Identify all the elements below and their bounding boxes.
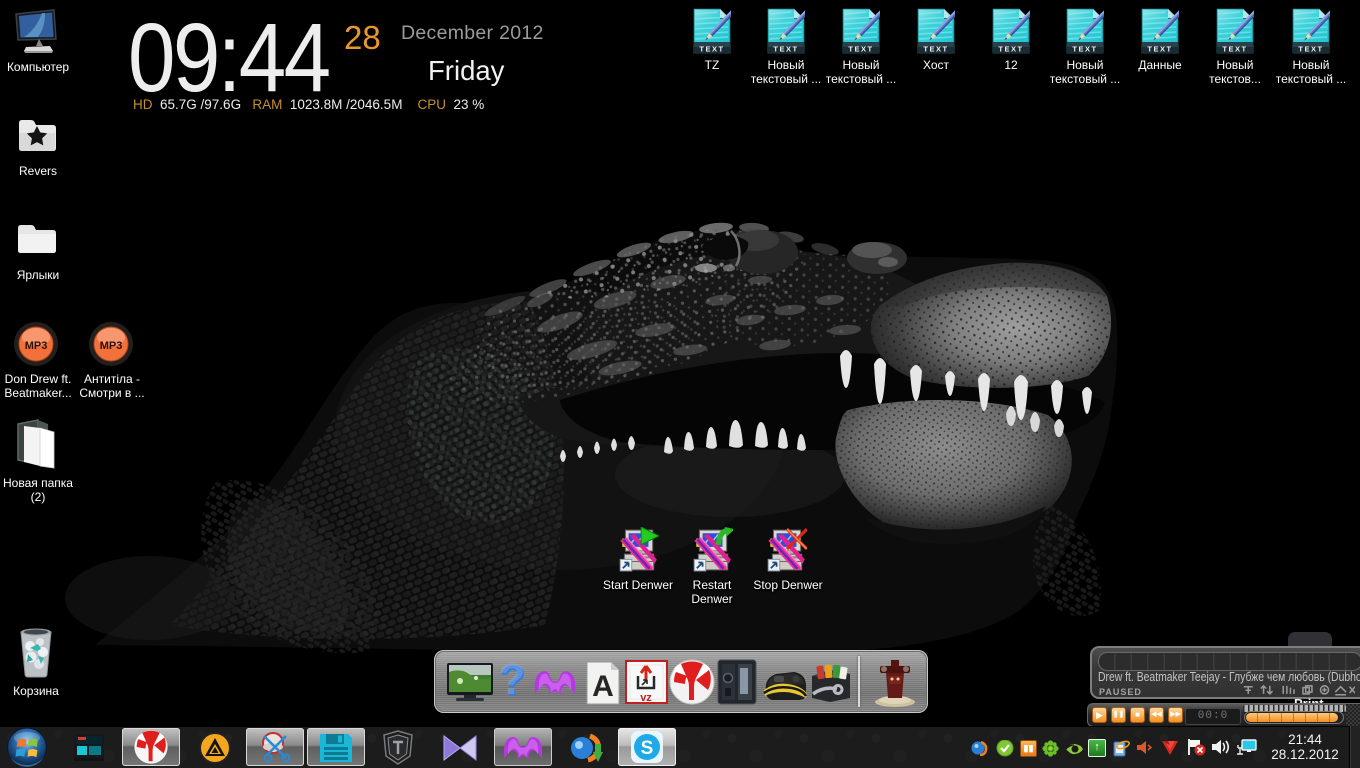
svg-text:A: A (592, 670, 614, 703)
svg-text:MP3: MP3 (100, 340, 123, 352)
svg-text:S: S (641, 738, 654, 759)
svg-text:?: ? (499, 658, 526, 704)
svg-text:vz: vz (640, 692, 652, 704)
svg-text:MP3: MP3 (25, 340, 48, 352)
